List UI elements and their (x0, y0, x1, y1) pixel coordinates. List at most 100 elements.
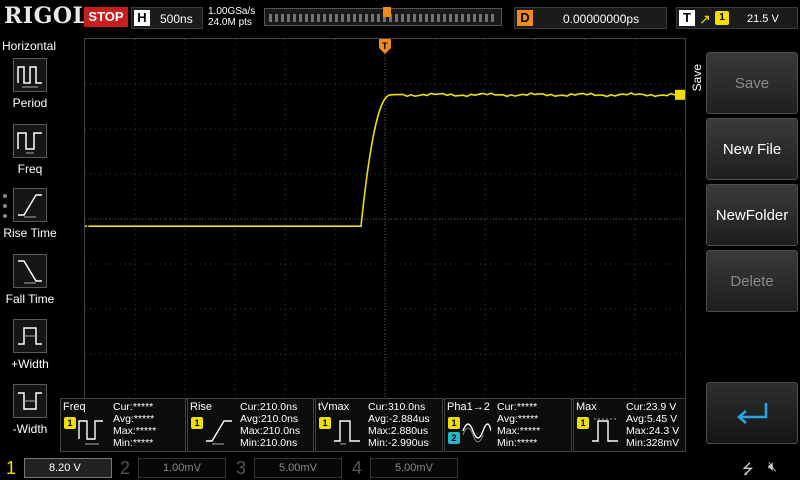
channel-scale: 1.00mV (138, 458, 226, 478)
channel-1-trace (85, 92, 684, 227)
trigger-box[interactable]: T ↗ 1 21.5 V (676, 7, 798, 29)
measure-pos-width-item[interactable]: +Width (0, 319, 60, 381)
measurement-rise[interactable]: Rise 1 Cur:210.0ns Avg:210.0ns Max:210.0… (187, 398, 314, 452)
waveform-display[interactable]: 1T (84, 38, 686, 400)
period-label: Period (12, 96, 48, 110)
measurement-channel-badge-2: 2 (448, 432, 460, 444)
measurement-cur: Cur:***** (113, 401, 154, 413)
right-menu-title: Save (690, 64, 704, 92)
trigger-time-marker-label: T (382, 41, 388, 51)
trigger-level-marker (675, 89, 685, 100)
measurement-cur: Cur:210.0ns (240, 401, 298, 413)
pos-width-icon (13, 319, 47, 353)
measurement-min: Min:***** (113, 437, 154, 449)
channel-status-bar: 1 8.20 V 2 1.00mV 3 5.00mV 4 5.00mV ⭍ 🔇︎ (0, 456, 800, 480)
rise-meas-icon (206, 420, 232, 445)
fall-time-label: Fall Time (5, 292, 55, 306)
measure-freq-item[interactable]: Freq (0, 124, 60, 186)
memory-overview-bar (264, 7, 502, 26)
save-menu: Save Save New File NewFolder Delete (686, 36, 800, 456)
graticule: 1T (85, 39, 685, 399)
trigger-source: 1 (715, 11, 729, 25)
measurement-avg: Avg:***** (497, 413, 539, 425)
channel-scale: 5.00mV (370, 458, 458, 478)
measurement-min: Min:210.0ns (240, 437, 298, 449)
delay-box[interactable]: D 0.00000000ps (514, 7, 667, 29)
max-meas-icon (592, 418, 618, 442)
run-stop-indicator[interactable]: STOP (84, 7, 128, 27)
new-folder-button[interactable]: NewFolder (706, 184, 798, 246)
pos-width-label: +Width (11, 357, 49, 371)
measurement-min: Min:328mV (626, 437, 680, 449)
measurement-max[interactable]: Max 1 Cur:23.9 V Avg:5.45 V Max:24.3 V M… (573, 398, 686, 452)
trigger-level: 21.5 V (747, 13, 779, 25)
trigger-position-marker (383, 7, 391, 17)
measurement-max: Max:***** (113, 425, 157, 437)
measurement-freq[interactable]: Freq 1 Cur:***** Avg:***** Max:***** Min… (60, 398, 186, 452)
channel-number: 1 (6, 458, 17, 478)
channel-scale: 5.00mV (254, 458, 342, 478)
phase-meas-icon (462, 423, 491, 443)
return-icon (737, 403, 768, 424)
measurement-name: Freq (63, 401, 86, 413)
rigol-logo: RIGOL (4, 3, 89, 29)
horizontal-measure-menu: Horizontal Period Freq Rise Time Fall Ti… (0, 36, 60, 456)
measurement-min: Min:***** (497, 437, 538, 449)
measurement-cur: Cur:23.9 V (626, 401, 677, 413)
top-status-bar: RIGOL STOP H 500ns 1.00GSa/s 24.0M pts D… (0, 0, 800, 36)
measurement-cur: Cur:***** (497, 401, 538, 413)
delay-value: 0.00000000ps (563, 12, 640, 26)
measurement-values: Cur:***** Avg:***** Max:***** Min:***** (113, 401, 156, 449)
channel-number: 4 (352, 458, 363, 478)
delay-tag: D (517, 10, 533, 26)
tvmax-meas-icon (334, 420, 360, 445)
sample-rate: 1.00GSa/s (208, 6, 256, 17)
memory-points: 24.0M pts (208, 17, 252, 28)
measurement-channel-badge: 1 (191, 417, 203, 429)
delete-button[interactable]: Delete (706, 250, 798, 312)
timebase-box[interactable]: H 500ns (131, 7, 203, 29)
neg-width-icon (13, 384, 47, 418)
measure-rise-time-item[interactable]: Rise Time (0, 188, 60, 250)
measurement-name: tVmax (318, 401, 350, 413)
fall-time-icon (13, 254, 47, 288)
measurement-max: Max:2.880us (368, 425, 429, 437)
measurement-max: Max:210.0ns (240, 425, 301, 437)
measurement-max: Max:***** (497, 425, 541, 437)
measurement-values: Cur:23.9 V Avg:5.45 V Max:24.3 V Min:328… (626, 401, 679, 449)
freq-label: Freq (17, 162, 43, 176)
speaker-muted-icon[interactable]: 🔇︎ (768, 458, 777, 475)
usb-icon: ⭍ (742, 461, 754, 477)
measure-fall-time-item[interactable]: Fall Time (0, 254, 60, 316)
return-button[interactable] (706, 382, 798, 444)
timebase-value: 500ns (160, 12, 193, 26)
measurement-channel-badge: 1 (577, 417, 589, 429)
measurement-values: Cur:310.0ns Avg:-2.884us Max:2.880us Min… (368, 401, 430, 449)
save-button[interactable]: Save (706, 52, 798, 114)
measurement-avg: Avg:***** (113, 413, 155, 425)
new-file-button[interactable]: New File (706, 118, 798, 180)
measurement-tvmax[interactable]: tVmax 1 Cur:310.0ns Avg:-2.884us Max:2.8… (315, 398, 443, 452)
measurement-phase[interactable]: Pha1→2 1 2 Cur:***** Avg:***** Max:*****… (444, 398, 572, 452)
measurement-max: Max:24.3 V (626, 425, 680, 437)
channel-1-offset-label: 1 (85, 222, 90, 232)
freq-icon (13, 124, 47, 158)
period-icon (13, 58, 47, 92)
rise-time-label: Rise Time (3, 226, 57, 240)
measurement-values: Cur:210.0ns Avg:210.0ns Max:210.0ns Min:… (240, 401, 300, 449)
measurement-avg: Avg:5.45 V (626, 413, 678, 425)
channel-number: 3 (236, 458, 247, 478)
timebase-tag: H (134, 10, 150, 26)
channel-scale: 8.20 V (24, 458, 112, 478)
left-menu-title: Horizontal (2, 39, 57, 53)
measurement-name: Max (576, 401, 597, 413)
measure-period-item[interactable]: Period (0, 58, 60, 120)
trigger-tag: T (679, 10, 695, 26)
neg-width-label: -Width (12, 422, 48, 436)
measurement-name: Rise (190, 401, 213, 413)
rising-edge-icon: ↗ (699, 11, 711, 27)
measurement-min: Min:-2.990us (368, 437, 429, 449)
measurement-channel-badge: 1 (64, 417, 76, 429)
measurement-cur: Cur:310.0ns (368, 401, 426, 413)
measure-neg-width-item[interactable]: -Width (0, 384, 60, 446)
